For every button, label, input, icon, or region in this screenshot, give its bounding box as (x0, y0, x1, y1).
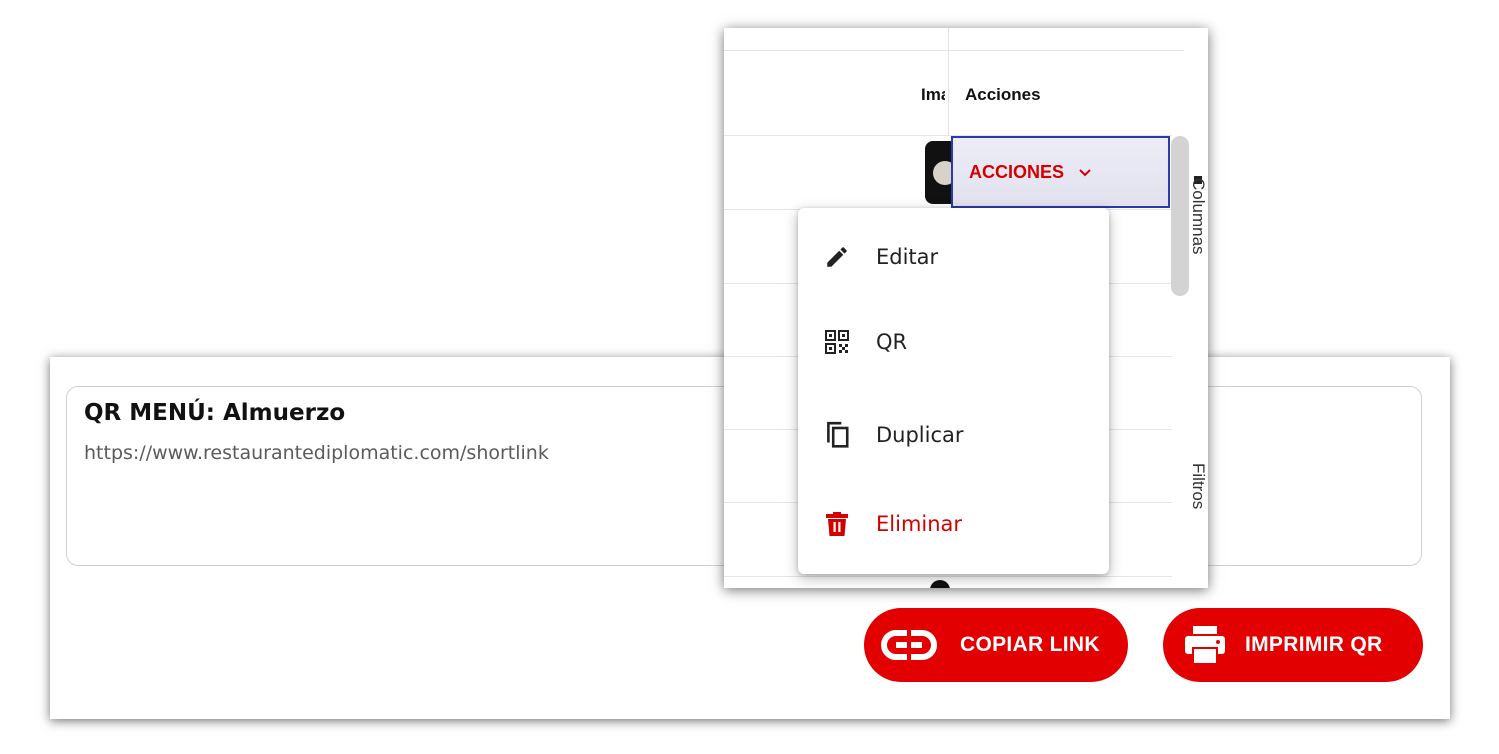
actions-dropdown-button[interactable]: ACCIONES (951, 136, 1170, 208)
column-header-actions[interactable]: Acciones (965, 85, 1041, 105)
side-tab-columns[interactable]: Columnas (1190, 178, 1208, 318)
menu-item-edit[interactable]: Editar (798, 227, 1109, 287)
side-tab-filters[interactable]: Filtros (1190, 463, 1208, 563)
qr-code-icon (822, 327, 852, 357)
menu-item-qr[interactable]: QR (798, 312, 1109, 372)
vertical-scrollbar[interactable] (1171, 136, 1189, 296)
products-table-window: Imagen Acciones ACCIONES Columnas Filtro… (724, 28, 1208, 588)
menu-item-delete[interactable]: Eliminar (798, 494, 1109, 554)
product-thumbnail[interactable] (930, 580, 950, 588)
column-header-image[interactable]: Imagen (921, 85, 945, 105)
print-qr-button[interactable]: IMPRIMIR QR (1163, 608, 1423, 682)
actions-dropdown-label: ACCIONES (969, 161, 1065, 182)
menu-item-duplicate[interactable]: Duplicar (798, 405, 1109, 465)
pencil-icon (822, 242, 852, 272)
menu-item-label: Duplicar (876, 423, 964, 447)
copy-link-label: COPIAR LINK (960, 633, 1100, 656)
copy-link-button[interactable]: COPIAR LINK (864, 608, 1128, 682)
actions-menu: Editar QR Duplicar Eliminar (798, 208, 1109, 574)
qr-menu-title: QR MENÚ: Almuerzo (84, 400, 346, 426)
copy-icon (822, 420, 852, 450)
menu-item-label: Eliminar (876, 512, 963, 536)
table-top-border (724, 50, 1184, 51)
menu-item-label: Editar (876, 245, 939, 269)
printer-icon (1183, 624, 1227, 666)
link-icon (880, 628, 938, 662)
trash-icon (822, 509, 852, 539)
menu-item-label: QR (876, 330, 908, 354)
qr-menu-url: https://www.restaurantediplomatic.com/sh… (84, 442, 549, 464)
chevron-down-icon (1078, 168, 1092, 177)
row-divider (724, 576, 1172, 577)
product-thumbnail[interactable] (925, 141, 952, 204)
column-divider (948, 28, 949, 136)
print-qr-label: IMPRIMIR QR (1245, 633, 1383, 656)
